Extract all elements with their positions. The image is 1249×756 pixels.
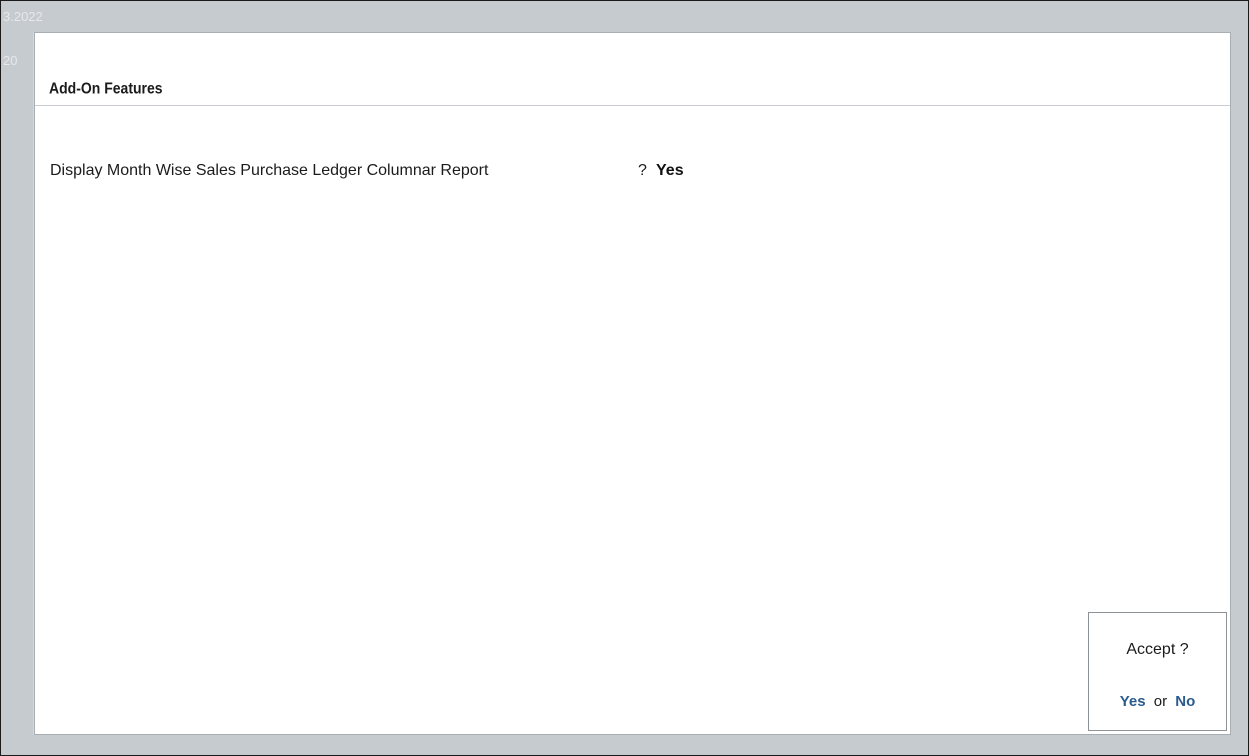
title-divider xyxy=(35,105,1230,106)
background-date-text: 3.2022 xyxy=(3,9,43,24)
add-on-features-panel: Add-On Features Display Month Wise Sales… xyxy=(34,32,1231,735)
panel-title: Add-On Features xyxy=(49,79,163,97)
app-window: 3.2022 20 Add-On Features Display Month … xyxy=(0,0,1249,756)
month-wise-report-value[interactable]: Yes xyxy=(656,162,684,180)
accept-options: Yes or No xyxy=(1089,693,1226,710)
accept-prompt: Accept ? xyxy=(1126,641,1189,658)
field-separator: ? xyxy=(638,162,647,179)
accept-yes-button[interactable]: Yes xyxy=(1120,693,1146,710)
month-wise-report-label: Display Month Wise Sales Purchase Ledger… xyxy=(50,162,489,179)
accept-dialog: Accept ? Yes or No xyxy=(1088,612,1227,731)
accept-or-text: or xyxy=(1153,693,1168,710)
background-date-text-2: 20 xyxy=(3,53,18,68)
accept-no-button[interactable]: No xyxy=(1175,693,1195,710)
